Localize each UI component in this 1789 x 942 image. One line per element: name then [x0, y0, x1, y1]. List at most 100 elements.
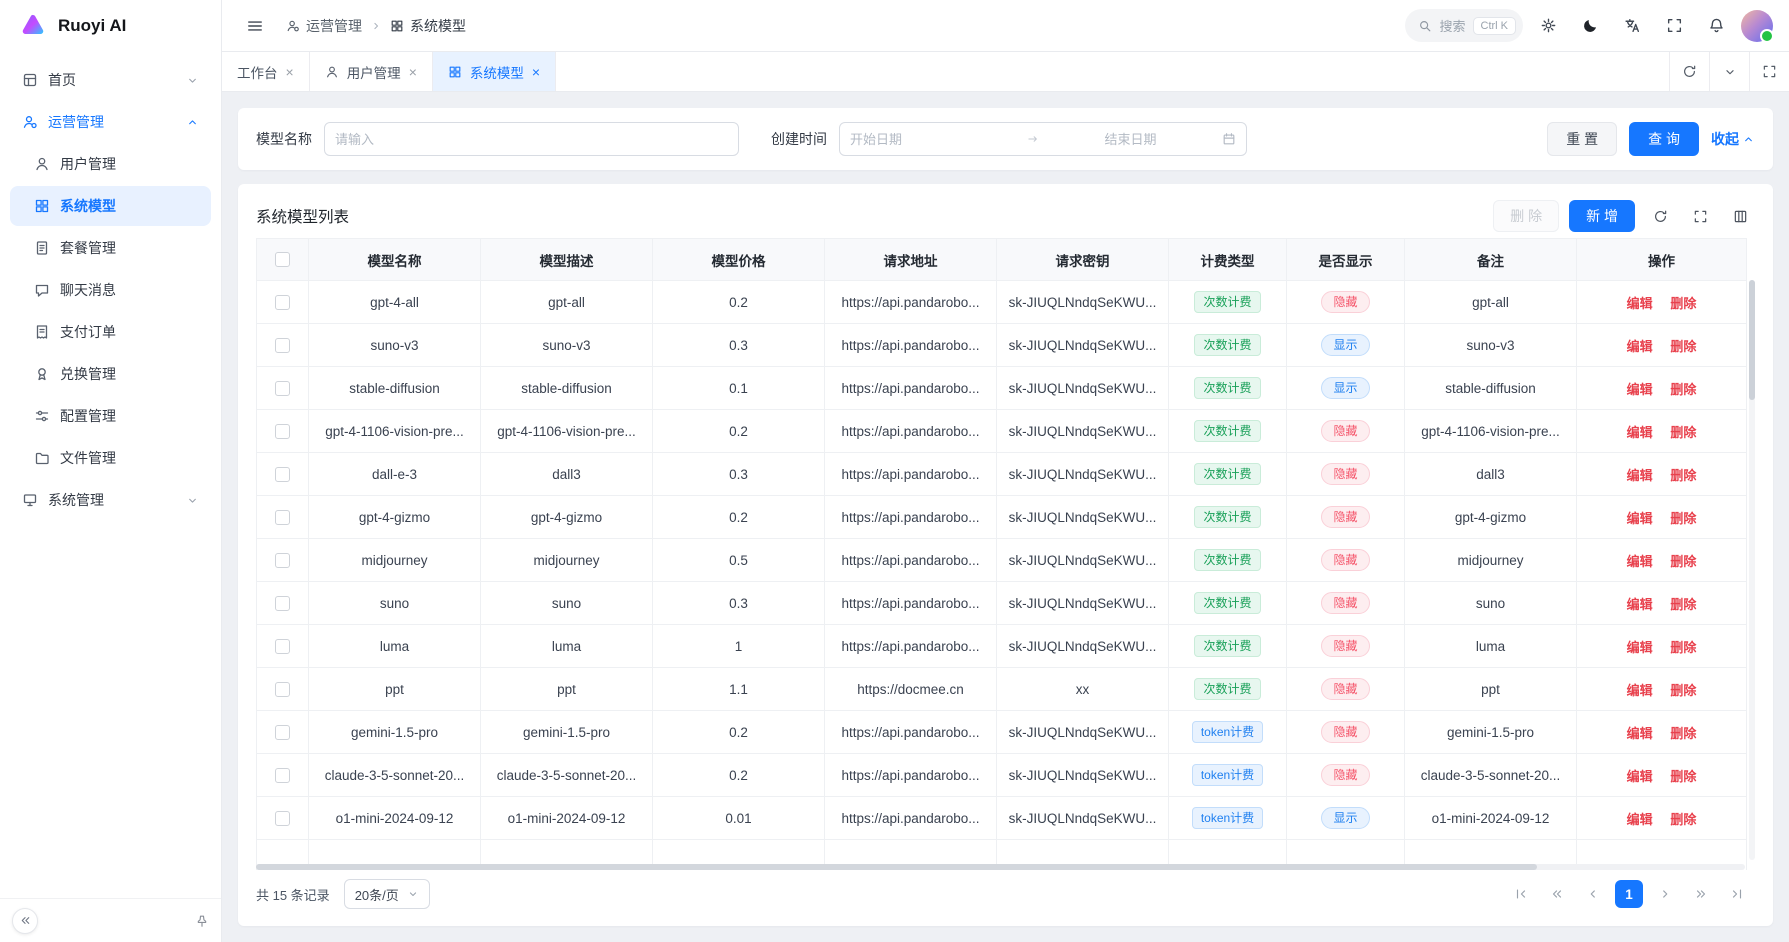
row-checkbox[interactable] [275, 467, 290, 482]
scrollbar-thumb[interactable] [1749, 280, 1755, 400]
next-page-button[interactable] [1651, 880, 1679, 908]
last-page-button[interactable] [1723, 880, 1751, 908]
edit-link[interactable]: 编辑 [1627, 296, 1653, 311]
jump-prev-button[interactable] [1543, 880, 1571, 908]
close-icon[interactable]: × [409, 65, 417, 79]
delete-link[interactable]: 删除 [1670, 640, 1696, 655]
sidebar-item-operations[interactable]: 运营管理 [10, 102, 211, 142]
row-checkbox[interactable] [275, 811, 290, 826]
language-button[interactable] [1615, 9, 1649, 43]
tab-user-management[interactable]: 用户管理 × [310, 52, 433, 91]
vertical-scrollbar[interactable] [1749, 280, 1755, 860]
table-row: gpt-4-gizmo gpt-4-gizmo 0.2 https://api.… [257, 496, 1747, 539]
sidebar-item-system-management[interactable]: 系统管理 [10, 480, 211, 520]
tab-workbench[interactable]: 工作台 × [222, 52, 310, 91]
sidebar-item-users[interactable]: 用户管理 [10, 144, 211, 184]
edit-link[interactable]: 编辑 [1627, 468, 1653, 483]
sidebar-item-packages[interactable]: 套餐管理 [10, 228, 211, 268]
reset-button[interactable]: 重 置 [1547, 122, 1617, 156]
edit-link[interactable]: 编辑 [1627, 812, 1653, 827]
jump-next-button[interactable] [1687, 880, 1715, 908]
start-date-input[interactable] [850, 132, 1021, 147]
edit-link[interactable]: 编辑 [1627, 769, 1653, 784]
model-name-input[interactable] [324, 122, 739, 156]
sidebar-collapse-button[interactable] [12, 908, 38, 934]
row-checkbox[interactable] [275, 338, 290, 353]
delete-link[interactable]: 删除 [1670, 468, 1696, 483]
page-content: 模型名称 创建时间 重 置 查 询 收起 [222, 92, 1789, 942]
edit-link[interactable]: 编辑 [1627, 683, 1653, 698]
edit-link[interactable]: 编辑 [1627, 597, 1653, 612]
delete-link[interactable]: 删除 [1670, 554, 1696, 569]
fullscreen-button[interactable] [1657, 9, 1691, 43]
column-settings-button[interactable] [1725, 201, 1755, 231]
user-avatar[interactable] [1741, 10, 1773, 42]
tabs-refresh-button[interactable] [1669, 52, 1709, 91]
delete-link[interactable]: 删除 [1670, 769, 1696, 784]
delete-link[interactable]: 删除 [1670, 683, 1696, 698]
sidebar-item-redemption[interactable]: 兑换管理 [10, 354, 211, 394]
edit-link[interactable]: 编辑 [1627, 382, 1653, 397]
horizontal-scrollbar[interactable] [256, 864, 1745, 870]
tabs-menu-button[interactable] [1709, 52, 1749, 91]
sidebar-item-chat-messages[interactable]: 聊天消息 [10, 270, 211, 310]
end-date-input[interactable] [1045, 132, 1216, 147]
page-size-select[interactable]: 20条/页 [344, 879, 430, 909]
sidebar-item-payment-orders[interactable]: 支付订单 [10, 312, 211, 352]
tabs-maximize-button[interactable] [1749, 52, 1789, 91]
page-number-button[interactable]: 1 [1615, 880, 1643, 908]
settings-button[interactable] [1531, 9, 1565, 43]
first-page-button[interactable] [1507, 880, 1535, 908]
cell-billing-type: 次数计费 [1169, 367, 1287, 410]
row-checkbox[interactable] [275, 553, 290, 568]
edit-link[interactable]: 编辑 [1627, 511, 1653, 526]
tab-system-models[interactable]: 系统模型 × [433, 52, 556, 91]
select-all-checkbox[interactable] [275, 252, 290, 267]
breadcrumb-operations[interactable]: 运营管理 [286, 16, 362, 36]
breadcrumb-system-models[interactable]: 系统模型 [390, 16, 466, 36]
row-checkbox[interactable] [275, 682, 290, 697]
delete-link[interactable]: 删除 [1670, 425, 1696, 440]
col-actions: 操作 [1577, 239, 1747, 281]
delete-link[interactable]: 删除 [1670, 296, 1696, 311]
close-icon[interactable]: × [532, 65, 540, 79]
row-checkbox[interactable] [275, 510, 290, 525]
notifications-button[interactable] [1699, 9, 1733, 43]
scrollbar-thumb[interactable] [256, 864, 1537, 870]
table-refresh-button[interactable] [1645, 201, 1675, 231]
collapse-filters-link[interactable]: 收起 [1711, 129, 1755, 149]
sidebar-item-files[interactable]: 文件管理 [10, 438, 211, 478]
add-button[interactable]: 新 增 [1569, 200, 1635, 232]
theme-toggle-button[interactable] [1573, 9, 1607, 43]
delete-link[interactable]: 删除 [1670, 339, 1696, 354]
delete-link[interactable]: 删除 [1670, 597, 1696, 612]
row-checkbox[interactable] [275, 295, 290, 310]
edit-link[interactable]: 编辑 [1627, 640, 1653, 655]
global-search[interactable]: 搜索 Ctrl K [1405, 9, 1523, 42]
delete-link[interactable]: 删除 [1670, 812, 1696, 827]
edit-link[interactable]: 编辑 [1627, 425, 1653, 440]
row-checkbox[interactable] [275, 725, 290, 740]
row-checkbox[interactable] [275, 639, 290, 654]
edit-link[interactable]: 编辑 [1627, 339, 1653, 354]
delete-link[interactable]: 删除 [1670, 511, 1696, 526]
delete-link[interactable]: 删除 [1670, 726, 1696, 741]
sidebar-item-config[interactable]: 配置管理 [10, 396, 211, 436]
row-checkbox[interactable] [275, 768, 290, 783]
date-range-picker[interactable] [839, 122, 1247, 156]
row-checkbox[interactable] [275, 381, 290, 396]
batch-delete-button[interactable]: 删 除 [1493, 200, 1559, 232]
row-checkbox[interactable] [275, 596, 290, 611]
sidebar-item-home[interactable]: 首页 [10, 60, 211, 100]
delete-link[interactable]: 删除 [1670, 382, 1696, 397]
search-button[interactable]: 查 询 [1629, 122, 1699, 156]
prev-page-button[interactable] [1579, 880, 1607, 908]
edit-link[interactable]: 编辑 [1627, 554, 1653, 569]
table-fullscreen-button[interactable] [1685, 201, 1715, 231]
row-checkbox[interactable] [275, 424, 290, 439]
edit-link[interactable]: 编辑 [1627, 726, 1653, 741]
close-icon[interactable]: × [286, 65, 294, 79]
sidebar-item-system-models[interactable]: 系统模型 [10, 186, 211, 226]
sidebar-toggle-button[interactable] [238, 9, 272, 43]
sidebar-pin-button[interactable] [195, 914, 209, 928]
